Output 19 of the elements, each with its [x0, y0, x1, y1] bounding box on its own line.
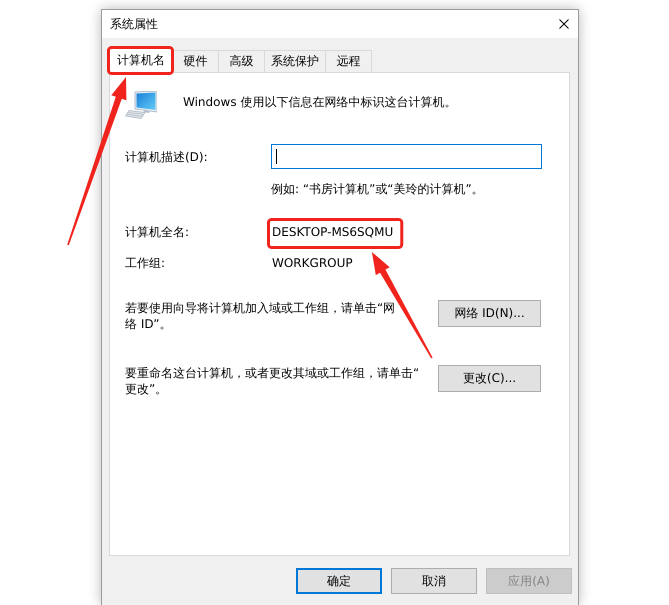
ok-button[interactable]: 确定 — [296, 568, 382, 594]
action-button[interactable]: 更改(C)... — [438, 365, 541, 392]
intro-text: Windows 使用以下信息在网络中标识这台计算机。 — [183, 94, 456, 110]
instruction-text: 若要使用向导将计算机加入域或工作组，请单击“网络 ID”。 — [125, 300, 396, 332]
window-title: 系统属性 — [110, 16, 158, 32]
tab[interactable]: 远程 — [325, 50, 372, 72]
field-label: 工作组: — [125, 255, 166, 271]
hint-text: 例如: “书房计算机”或“美玲的计算机”。 — [271, 181, 484, 197]
field-value: DESKTOP-MS6SQMU — [272, 224, 394, 240]
computer-icon — [125, 91, 157, 119]
description-field[interactable] — [271, 144, 542, 169]
close-icon — [559, 19, 569, 29]
instruction-text: 要重命名这台计算机，或者更改其域或工作组，请单击“更改”。 — [125, 365, 420, 397]
action-button[interactable]: 网络 ID(N)... — [438, 300, 541, 327]
field-label: 计算机描述(D): — [125, 148, 208, 164]
field-label: 计算机全名: — [125, 224, 190, 240]
field-value: WORKGROUP — [272, 255, 353, 271]
text-cursor-icon — [276, 149, 277, 164]
cancel-button[interactable]: 取消 — [391, 568, 477, 594]
